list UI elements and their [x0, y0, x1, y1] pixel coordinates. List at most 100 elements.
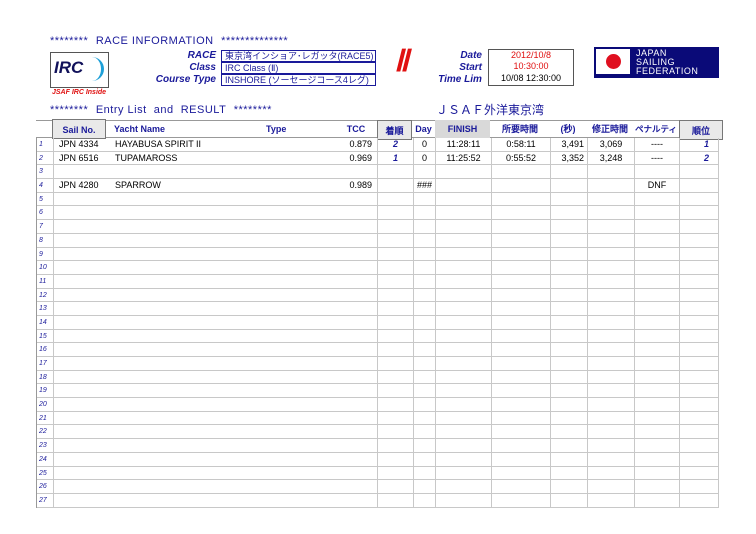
table-row[interactable]: 6 [37, 206, 719, 221]
col-rank[interactable]: 順位 [679, 120, 723, 140]
cell-elapsed [492, 384, 550, 397]
table-row[interactable]: 18 [37, 370, 719, 385]
table-row[interactable]: 10 [37, 261, 719, 275]
cell-arrival [378, 412, 413, 425]
row-number: 3 [39, 168, 43, 176]
table-row[interactable]: 7 [37, 220, 719, 234]
row-number: 9 [39, 250, 43, 258]
cell-corrected [588, 330, 634, 343]
column-divider [53, 493, 54, 507]
row-number: 21 [39, 414, 47, 422]
column-divider [718, 329, 719, 343]
column-divider [413, 151, 414, 165]
cell-elapsed [492, 480, 550, 493]
table-row[interactable]: 12 [37, 288, 719, 303]
japan-flag-icon [596, 49, 630, 74]
column-divider [491, 179, 492, 192]
results-table: 1 JPN 4334 HAYABUSA SPIRIT II 0.879 2 0 11:28:… [36, 138, 719, 508]
cell-finish [436, 343, 491, 356]
column-divider [435, 370, 436, 384]
table-row[interactable]: 17 [37, 357, 719, 371]
cell-seconds [551, 439, 587, 452]
column-divider [435, 151, 436, 165]
cell-finish [436, 467, 491, 480]
table-row[interactable]: 25 [37, 466, 719, 481]
column-divider [413, 206, 414, 220]
col-sail-no[interactable]: Sail No. [52, 119, 106, 139]
table-row[interactable]: 14 [37, 315, 719, 330]
table-row[interactable]: 8 [37, 233, 719, 248]
cell-rank [680, 248, 719, 261]
table-row[interactable]: 11 [37, 274, 719, 289]
column-divider [413, 247, 414, 261]
col-yacht-name[interactable]: Yacht Name [114, 120, 214, 138]
table-row[interactable]: 19 [37, 384, 719, 399]
col-elapsed[interactable]: 所要時間 [491, 120, 549, 138]
cell-arrival [378, 371, 413, 384]
column-divider [413, 192, 414, 206]
table-row[interactable]: 22 [37, 425, 719, 440]
column-divider [377, 261, 378, 274]
table-row[interactable]: 21 [37, 411, 719, 426]
column-divider [435, 192, 436, 206]
column-divider [53, 398, 54, 411]
table-row[interactable]: 13 [37, 302, 719, 316]
row-number: 19 [39, 387, 47, 395]
table-row[interactable]: 2 JPN 6516 TUPAMAROSS 0.969 1 0 11:25:52 0:55:5… [37, 151, 719, 166]
column-divider [718, 220, 719, 233]
cell-arrival [378, 384, 413, 397]
cell-type [267, 261, 337, 274]
table-row[interactable]: 27 [37, 493, 719, 508]
cell-type [267, 330, 337, 343]
col-type[interactable]: Type [266, 120, 306, 138]
cell-day [414, 206, 435, 219]
col-day[interactable]: Day [413, 120, 434, 138]
cell-seconds [551, 316, 587, 329]
cell-elapsed [492, 165, 550, 178]
table-row[interactable]: 4 JPN 4280 SPARROW 0.989 ### DNF [37, 179, 719, 193]
column-divider [377, 425, 378, 439]
race-value: 東京湾インショア･レガッタ(RACE5) [221, 50, 376, 62]
col-seconds[interactable]: (秒) [550, 120, 586, 138]
table-row[interactable]: 9 [37, 247, 719, 262]
column-divider [550, 220, 551, 233]
cell-elapsed [492, 453, 550, 466]
col-tcc[interactable]: TCC [338, 120, 374, 138]
column-divider [491, 233, 492, 247]
column-divider [435, 480, 436, 493]
table-row[interactable]: 1 JPN 4334 HAYABUSA SPIRIT II 0.879 2 0 11:28:… [37, 138, 719, 152]
cell-finish [436, 453, 491, 466]
column-divider [587, 192, 588, 206]
col-arrival[interactable]: 着順 [377, 120, 412, 140]
table-row[interactable]: 24 [37, 452, 719, 467]
column-divider [377, 439, 378, 452]
table-row[interactable]: 20 [37, 398, 719, 412]
cell-type [267, 275, 337, 288]
column-divider [491, 261, 492, 274]
col-finish[interactable]: FINISH [435, 120, 490, 138]
column-divider [679, 329, 680, 343]
table-row[interactable]: 3 [37, 165, 719, 180]
table-row[interactable]: 5 [37, 192, 719, 207]
column-divider [413, 315, 414, 329]
cell-penalty [635, 480, 679, 493]
cell-sail-no: JPN 6516 [59, 152, 99, 163]
table-row[interactable]: 16 [37, 343, 719, 357]
column-divider [587, 261, 588, 274]
table-row[interactable]: 23 [37, 439, 719, 453]
table-row[interactable]: 26 [37, 480, 719, 494]
column-divider [435, 165, 436, 179]
cell-day [414, 234, 435, 247]
column-divider [413, 220, 414, 233]
table-row[interactable]: 15 [37, 329, 719, 344]
cell-finish [436, 439, 491, 452]
col-penalty[interactable]: ペナルティ [634, 120, 678, 138]
irc-logo: IRC [50, 52, 109, 88]
column-divider [679, 274, 680, 288]
cell-type [267, 467, 337, 480]
col-corrected[interactable]: 修正時間 [587, 120, 633, 138]
column-divider [634, 288, 635, 302]
cell-yacht-name [115, 165, 265, 178]
cell-corrected [588, 206, 634, 219]
cell-arrival [378, 220, 413, 233]
